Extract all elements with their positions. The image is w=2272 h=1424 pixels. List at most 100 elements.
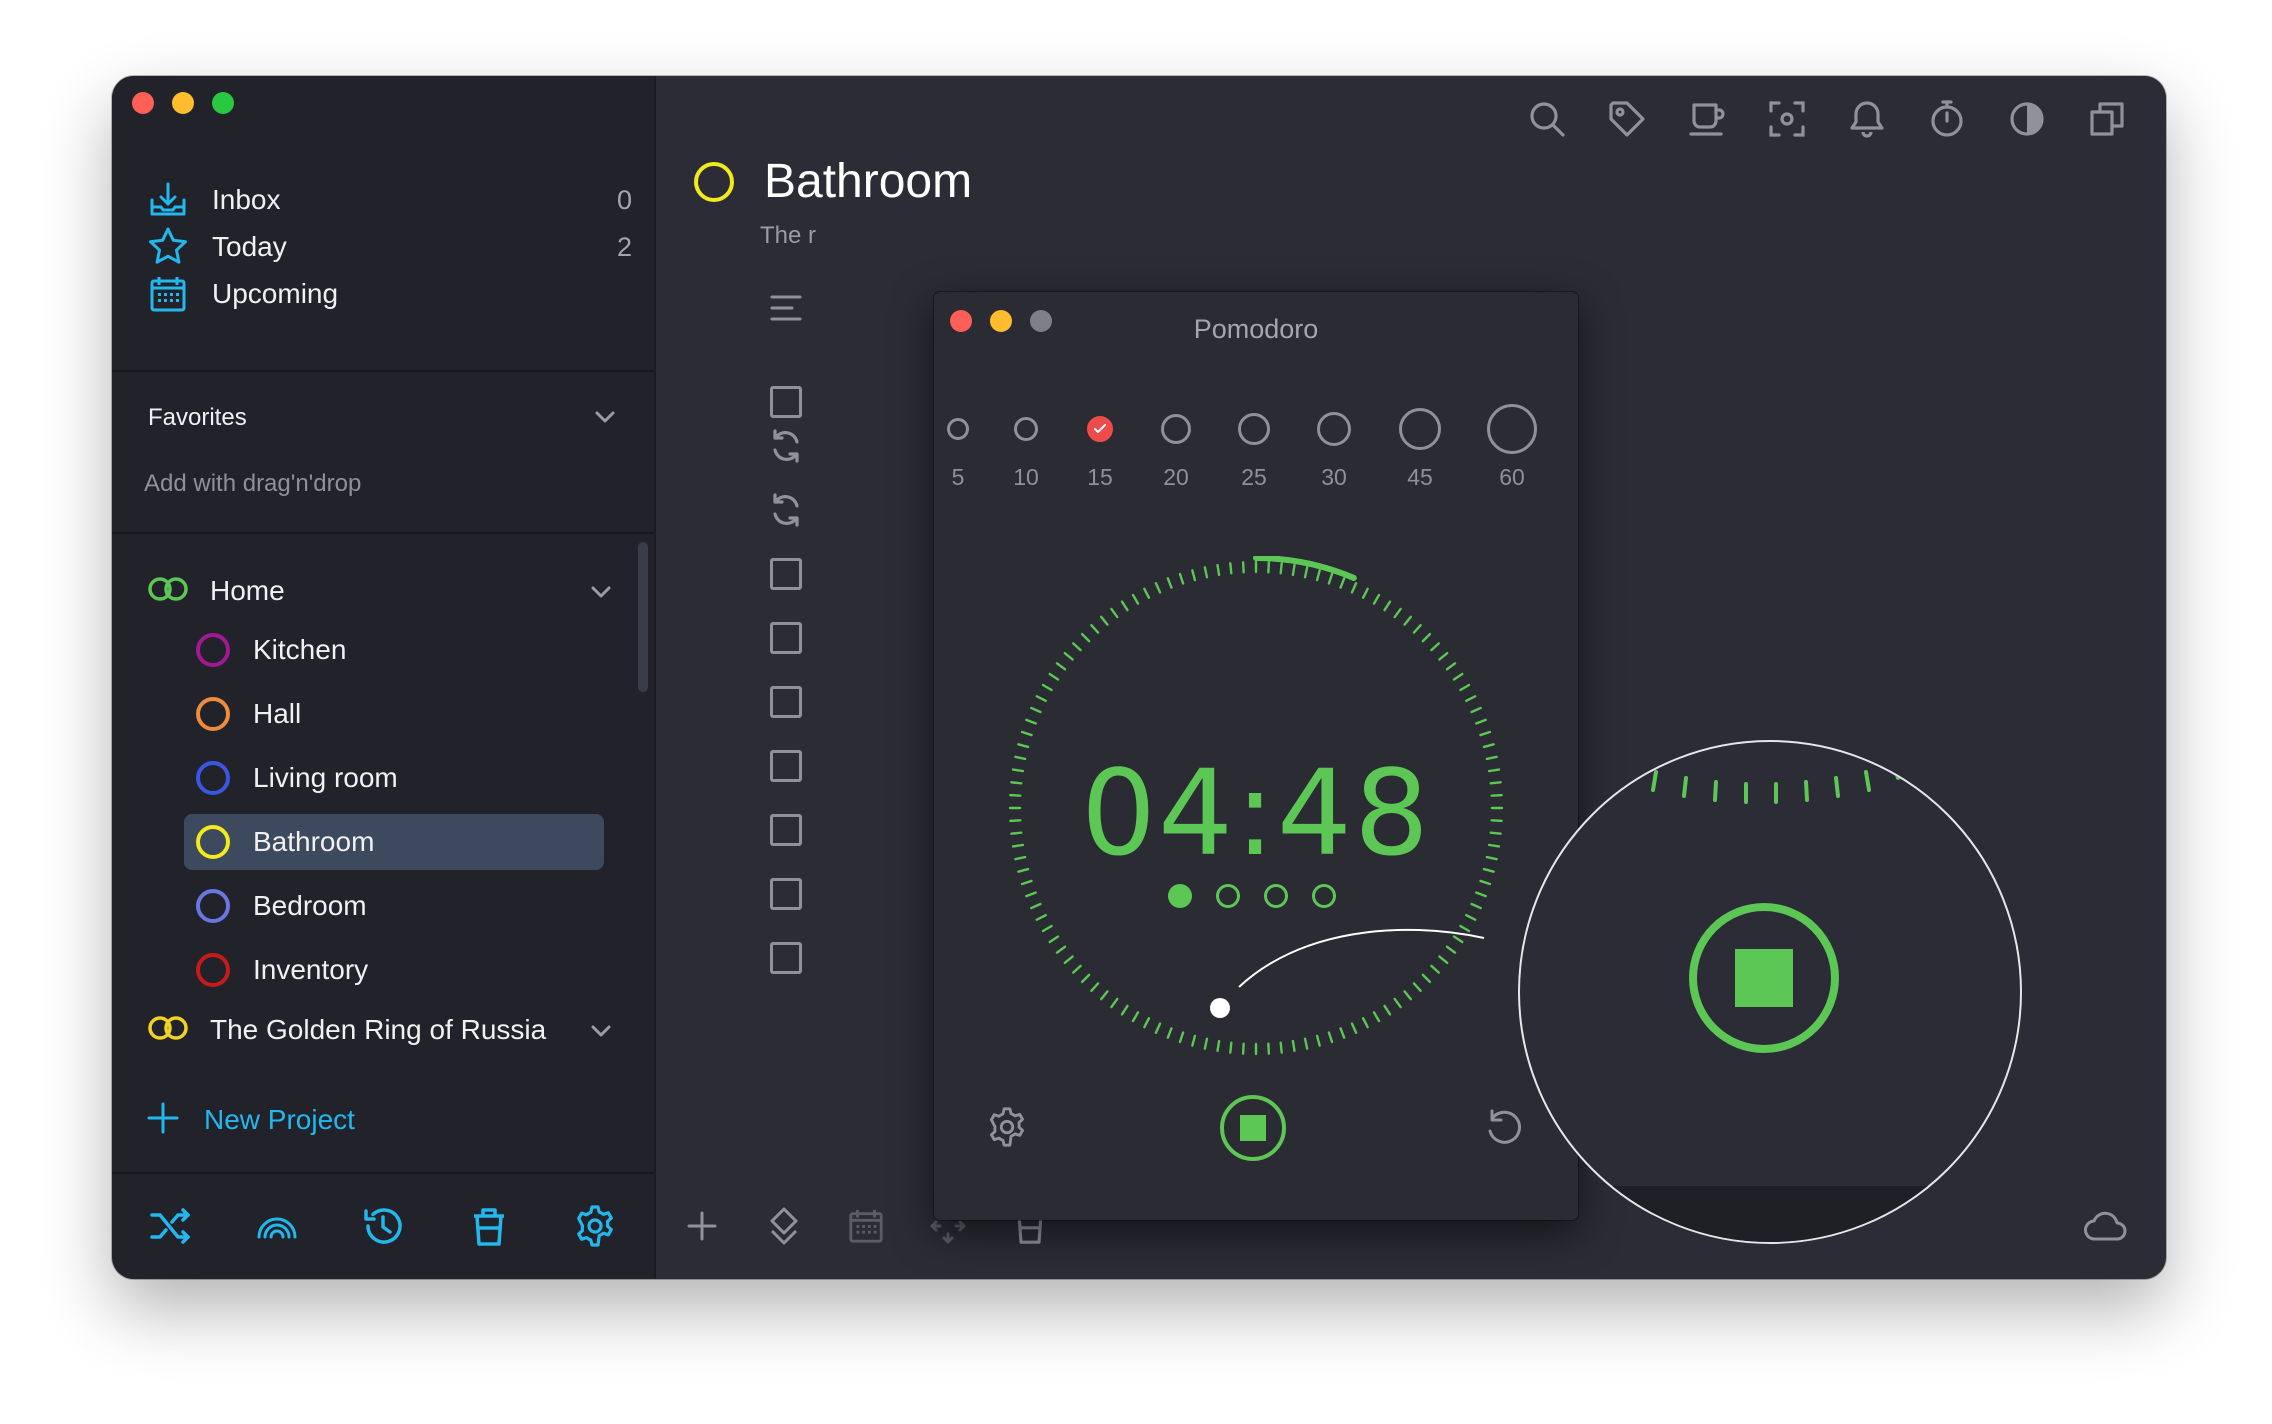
area-label: Inventory: [253, 954, 369, 985]
duration-option-30[interactable]: 30: [1294, 404, 1374, 490]
task-checkbox[interactable]: [766, 682, 806, 722]
notes-lines-icon[interactable]: [766, 288, 806, 328]
favorites-chevron-icon[interactable]: [590, 402, 620, 437]
duration-option-45[interactable]: 45: [1380, 404, 1460, 490]
dial-tick: [1035, 695, 1047, 703]
trash-icon[interactable]: [462, 1199, 516, 1253]
divider: [112, 370, 654, 372]
repeat-icon[interactable]: [766, 490, 806, 530]
task-checkbox[interactable]: [766, 810, 806, 850]
task-checkbox[interactable]: [766, 874, 806, 914]
bell-icon[interactable]: [1844, 96, 1890, 142]
pomodoro-stop-button[interactable]: [1220, 1095, 1286, 1161]
cloud-sync-icon[interactable]: [2078, 1202, 2134, 1250]
sidebar-item-label: Inbox: [212, 184, 281, 215]
area-ring-icon: [196, 697, 230, 731]
dial-tick: [1099, 990, 1109, 1001]
area-bathroom[interactable]: Bathroom: [184, 814, 604, 870]
window-controls: [132, 92, 234, 114]
favorites-title: Favorites: [148, 404, 247, 431]
dial-tick: [1291, 563, 1296, 577]
area-kitchen[interactable]: Kitchen: [184, 622, 604, 678]
dial-tick: [1120, 600, 1129, 612]
area-ring-icon: [196, 825, 230, 859]
area-label: Bathroom: [253, 826, 375, 857]
dial-tick: [1430, 964, 1441, 974]
history-icon[interactable]: [356, 1199, 410, 1253]
task-checkbox[interactable]: [766, 746, 806, 786]
dial-tick: [1166, 1027, 1173, 1039]
area-hall[interactable]: Hall: [184, 686, 604, 742]
duration-option-10[interactable]: 10: [986, 404, 1066, 490]
area-bedroom[interactable]: Bedroom: [184, 878, 604, 934]
sidebar: Inbox 0 Today 2 Upcoming Favorites Add w…: [112, 76, 656, 1279]
dial-tick: [1048, 672, 1060, 681]
sidebar-item-inbox[interactable]: Inbox 0: [146, 175, 632, 225]
minimize-button[interactable]: [172, 92, 194, 114]
dial-tick: [1452, 935, 1464, 944]
add-heading-icon[interactable]: [760, 1202, 808, 1250]
task-checkbox[interactable]: [766, 382, 806, 422]
duration-option-60[interactable]: 60: [1472, 404, 1552, 490]
duration-option-25[interactable]: 25: [1214, 404, 1294, 490]
close-button[interactable]: [132, 92, 154, 114]
chevron-down-icon[interactable]: [586, 1016, 616, 1051]
rainbow-icon[interactable]: [250, 1199, 304, 1253]
dial-tick: [1465, 913, 1477, 921]
duration-label: 25: [1241, 464, 1267, 490]
sidebar-item-today[interactable]: Today 2: [146, 222, 632, 272]
pomodoro-settings-gear-icon[interactable]: [982, 1102, 1032, 1152]
plus-icon[interactable]: [678, 1202, 726, 1250]
dial-tick: [1267, 561, 1271, 574]
area-ring-icon: [196, 761, 230, 795]
page-title: Bathroom: [764, 155, 973, 208]
duration-label: 15: [1087, 464, 1113, 490]
chevron-down-icon[interactable]: [586, 577, 616, 612]
sidebar-scrollbar[interactable]: [638, 542, 648, 692]
sidebar-item-upcoming[interactable]: Upcoming: [146, 269, 632, 319]
dial-tick: [1267, 1042, 1271, 1055]
focus-icon[interactable]: [1764, 96, 1810, 142]
search-icon[interactable]: [1524, 96, 1570, 142]
new-project-button[interactable]: New Project: [146, 1094, 355, 1146]
sidebar-item-label: Upcoming: [212, 278, 339, 309]
project-golden-ring[interactable]: The Golden Ring of Russia: [146, 1004, 616, 1056]
duration-option-15[interactable]: 15: [1060, 404, 1140, 490]
repeat-icon[interactable]: [766, 426, 806, 466]
duration-option-20[interactable]: 20: [1136, 404, 1216, 490]
new-project-label: New Project: [204, 1104, 355, 1135]
dial-tick: [1025, 891, 1037, 898]
coffee-icon[interactable]: [1684, 96, 1730, 142]
magnifier-callout: [1518, 740, 2022, 1244]
shuffle-icon[interactable]: [144, 1199, 198, 1253]
dial-tick: [1372, 1011, 1381, 1023]
tag-icon[interactable]: [1604, 96, 1650, 142]
dial-tick: [1303, 1037, 1309, 1050]
area-inventory[interactable]: Inventory: [184, 942, 604, 998]
stop-icon: [1240, 1115, 1266, 1141]
contrast-icon[interactable]: [2004, 96, 2050, 142]
dial-tick: [1131, 593, 1140, 605]
area-living-room[interactable]: Living room: [184, 750, 604, 806]
task-checkbox[interactable]: [766, 618, 806, 658]
calendar-icon: [146, 272, 190, 316]
dial-tick: [1421, 632, 1432, 643]
task-checkbox[interactable]: [766, 938, 806, 978]
dial-tick: [1025, 718, 1037, 725]
duration-selector: 5 10 15 20 25 30 45 60: [934, 404, 1578, 504]
dial-tick: [1459, 924, 1471, 933]
area-label: Kitchen: [253, 634, 347, 665]
zoom-button[interactable]: [212, 92, 234, 114]
timer-icon[interactable]: [1924, 96, 1970, 142]
area-notes[interactable]: The r: [760, 222, 816, 250]
gear-icon[interactable]: [568, 1199, 622, 1253]
windows-icon[interactable]: [2084, 96, 2130, 142]
task-checkbox[interactable]: [766, 554, 806, 594]
project-home[interactable]: Home: [146, 565, 616, 617]
dial-tick: [1459, 683, 1471, 692]
area-ring-icon: [196, 633, 230, 667]
dial-tick: [1071, 642, 1082, 652]
area-status-ring[interactable]: [694, 162, 734, 202]
dial-tick: [1110, 997, 1119, 1009]
stop-icon: [1735, 949, 1793, 1007]
